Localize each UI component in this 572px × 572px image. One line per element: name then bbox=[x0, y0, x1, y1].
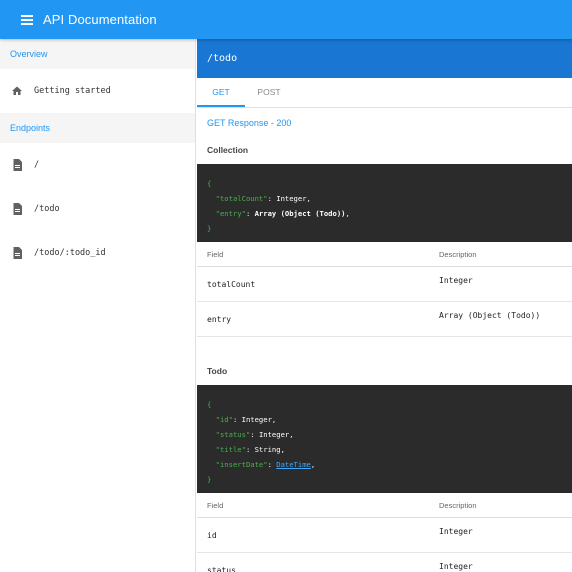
code-value: Integer bbox=[258, 430, 290, 439]
code-value: String bbox=[254, 445, 281, 454]
column-header-description: Description bbox=[439, 500, 477, 510]
field-description: Integer bbox=[439, 562, 473, 571]
code-key: "insertDate" bbox=[215, 460, 268, 469]
code-brace: { bbox=[207, 179, 212, 188]
sidebar-item-todo-id[interactable]: /todo/:todo_id bbox=[0, 231, 195, 275]
field-description: Integer bbox=[439, 276, 473, 285]
document-icon bbox=[10, 202, 24, 216]
code-brace: { bbox=[207, 400, 212, 409]
code-brace: } bbox=[207, 475, 212, 484]
column-header-field: Field bbox=[207, 500, 224, 510]
sidebar: Overview Getting started Endpoints / /to… bbox=[0, 39, 196, 572]
method-tabs: GET POST bbox=[197, 78, 572, 108]
table-row: status Integer bbox=[197, 553, 572, 572]
code-value: Integer bbox=[276, 194, 307, 203]
field-description: Integer bbox=[439, 527, 473, 536]
route-title: /todo bbox=[197, 39, 572, 78]
field-name: entry bbox=[207, 314, 232, 324]
tab-get[interactable]: GET bbox=[197, 78, 245, 107]
sidebar-item-todo[interactable]: /todo bbox=[0, 187, 195, 231]
code-key: "totalCount" bbox=[215, 194, 268, 203]
code-brace: } bbox=[207, 224, 212, 233]
sidebar-item-label: Getting started bbox=[34, 86, 111, 96]
table-row: totalCount Integer bbox=[197, 267, 572, 302]
sidebar-section-overview: Overview bbox=[0, 39, 195, 69]
todo-code-block: { "id": Integer, "status": Integer, "tit… bbox=[197, 385, 572, 493]
field-name: status bbox=[207, 565, 236, 572]
column-header-description: Description bbox=[439, 249, 477, 259]
collection-code-block: { "totalCount": Integer, "entry": Array … bbox=[197, 164, 572, 242]
code-key: "id" bbox=[215, 415, 233, 424]
sidebar-item-label: /todo/:todo_id bbox=[34, 248, 106, 258]
sidebar-item-root[interactable]: / bbox=[0, 143, 195, 187]
collection-table-header: Field Description bbox=[197, 242, 572, 267]
todo-table-header: Field Description bbox=[197, 493, 572, 518]
tab-post[interactable]: POST bbox=[245, 78, 293, 107]
document-icon bbox=[10, 158, 24, 172]
sidebar-item-label: /todo bbox=[34, 204, 60, 214]
response-title: GET Response - 200 bbox=[207, 118, 292, 128]
todo-label: Todo bbox=[207, 366, 228, 376]
sidebar-item-label: / bbox=[34, 160, 40, 170]
collection-label: Collection bbox=[207, 145, 249, 155]
code-key: "entry" bbox=[215, 209, 246, 218]
table-row: id Integer bbox=[197, 518, 572, 553]
home-icon bbox=[10, 84, 24, 98]
sidebar-item-getting-started[interactable]: Getting started bbox=[0, 69, 195, 113]
menu-icon[interactable] bbox=[21, 14, 33, 25]
main-content: /todo GET POST GET Response - 200 Collec… bbox=[197, 39, 572, 572]
document-icon bbox=[10, 246, 24, 260]
code-value: Integer bbox=[241, 415, 272, 424]
code-key: "title" bbox=[215, 445, 246, 454]
field-name: totalCount bbox=[207, 279, 256, 289]
column-header-field: Field bbox=[207, 249, 224, 259]
app-title: API Documentation bbox=[43, 12, 157, 27]
sidebar-section-endpoints: Endpoints bbox=[0, 113, 195, 143]
code-value: Array (Object (Todo)) bbox=[254, 209, 346, 218]
code-key: "status" bbox=[215, 430, 251, 439]
field-name: id bbox=[207, 530, 217, 540]
datetime-link[interactable]: DateTime bbox=[276, 460, 311, 469]
field-description: Array (Object (Todo)) bbox=[439, 311, 541, 320]
app-bar: API Documentation bbox=[0, 0, 572, 39]
table-row: entry Array (Object (Todo)) bbox=[197, 302, 572, 337]
